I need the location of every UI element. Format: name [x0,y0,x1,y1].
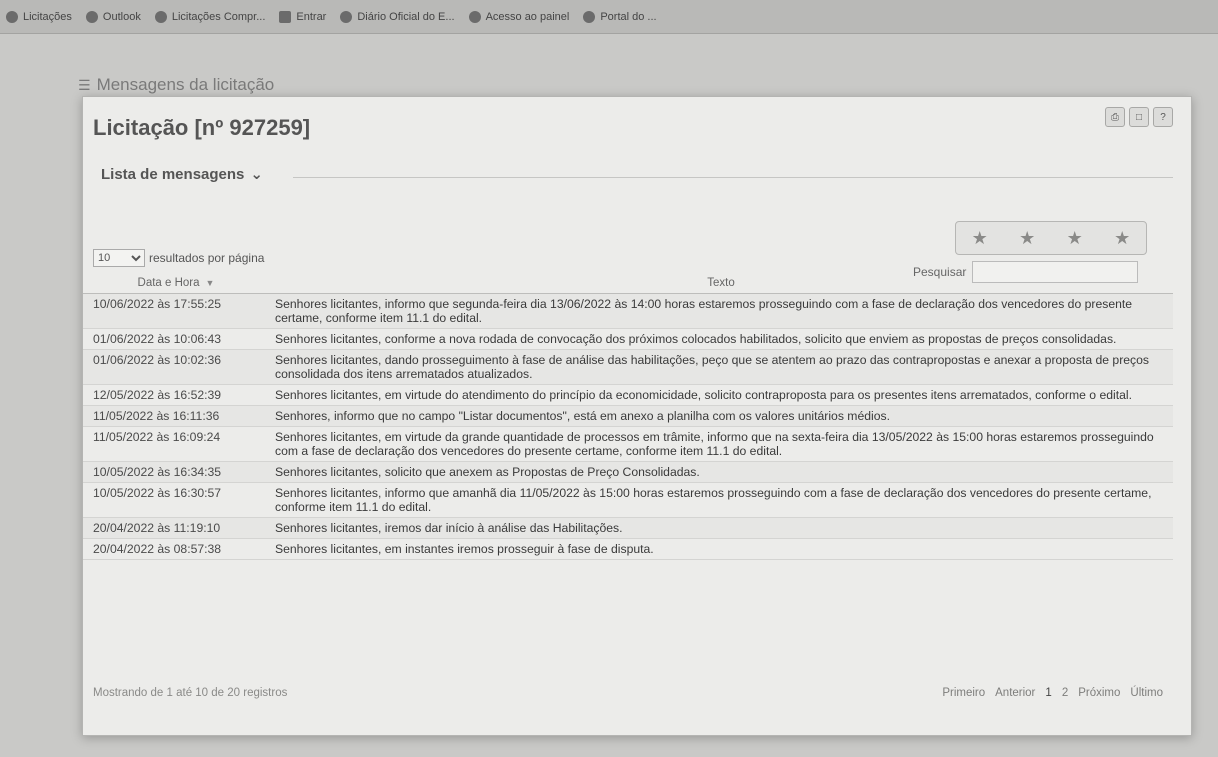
bookmark-label: Outlook [102,10,141,23]
message-date: 10/05/2022 às 16:30:57 [83,482,269,518]
bookmark-label: Diário Oficial do E... [357,10,455,23]
window-controls: ⎙ □ ? [1105,107,1173,127]
message-text: Senhores licitantes, em instantes iremos… [269,538,1173,560]
message-date: 01/06/2022 às 10:02:36 [83,349,269,385]
bookmark-label: Licitações [23,10,72,23]
table-row: 12/05/2022 às 16:52:39 Senhores licitante… [83,384,1173,406]
bookmark-1[interactable]: Licitações [6,10,72,23]
message-date: 20/04/2022 às 11:19:10 [83,517,269,539]
message-date: 11/05/2022 às 16:09:24 [83,426,269,462]
bookmark-6[interactable]: Acesso ao painel [468,10,570,23]
message-text: Senhores licitantes, em virtude do atend… [269,384,1173,406]
table-footer: Mostrando de 1 até 10 de 20 registros Pr… [83,687,1173,707]
message-date: 01/06/2022 às 10:06:43 [83,328,269,350]
bookmark-label: Licitações Compr... [171,10,266,23]
bookmark-icon [468,10,481,23]
background-header: ☰ Mensagens da licitação [78,72,1178,98]
message-text: Senhores, informo que no campo "Listar d… [269,405,1173,427]
column-header-label: Texto [707,277,735,289]
pager-last[interactable]: Último [1130,687,1163,707]
pager-previous[interactable]: Anterior [995,687,1035,707]
column-header-text[interactable]: Texto [269,275,1173,294]
background-page: ☰ Mensagens da licitação ⎙ □ ? Licitação… [0,34,1218,757]
message-text: Senhores licitantes, dando prosseguiment… [269,349,1173,385]
bookmarks-bar: Licitações Outlook Licitações Compr... E… [0,0,1218,34]
pagination: Primeiro Anterior 1 2 Próximo Último [942,687,1163,707]
table-row: 20/04/2022 às 11:19:10 Senhores licitante… [83,517,1173,539]
pin-icon[interactable]: ★ [1114,228,1130,249]
column-header-label: Data e Hora [137,277,200,289]
message-text: Senhores licitantes, informo que amanhã … [269,482,1173,518]
message-date: 10/06/2022 às 17:55:25 [83,293,269,329]
maximize-icon[interactable]: □ [1129,107,1149,127]
table-row: 11/05/2022 às 16:09:24 Senhores licitante… [83,426,1173,462]
per-page-label: resultados por página [149,251,265,265]
background-header-title: Mensagens da licitação [96,75,275,94]
pager-page-2[interactable]: 2 [1062,687,1068,707]
bookmark-label: Portal do ... [600,10,657,23]
message-text: Senhores licitantes, em virtude da grand… [269,426,1173,462]
message-date: 10/05/2022 às 16:34:35 [83,461,269,483]
pager-next[interactable]: Próximo [1078,687,1120,707]
bookmark-3[interactable]: Licitações Compr... [154,10,266,23]
pager-first[interactable]: Primeiro [942,687,985,707]
table-row: 10/05/2022 às 16:34:35 Senhores licitante… [83,461,1173,483]
bookmark-icon [6,10,18,23]
sort-down-icon: ▼ [205,278,215,288]
message-text: Senhores licitantes, iremos dar início à… [269,517,1173,539]
pin-icon[interactable]: ★ [1019,228,1035,249]
records-info: Mostrando de 1 até 10 de 20 registros [93,687,288,699]
table-row: 01/06/2022 às 10:02:36 Senhores licitante… [83,349,1173,385]
per-page-control: 10 resultados por página [93,249,264,267]
table-row: 10/05/2022 às 16:30:57 Senhores licitante… [83,482,1173,518]
pin-icon[interactable]: ★ [1067,228,1083,249]
list-icon: ☰ [78,76,91,93]
message-date: 11/05/2022 às 16:11:36 [83,405,269,427]
messages-table: Data e Hora ▼ Texto 10/06/2022 às 17:55:2… [83,275,1173,560]
bookmark-icon [279,10,292,23]
message-text: Senhores licitantes, conforme a nova rod… [269,328,1173,350]
table-header-row: Data e Hora ▼ Texto [83,275,1173,294]
pager-page-1[interactable]: 1 [1045,687,1051,707]
message-date: 12/05/2022 às 16:52:39 [83,384,269,406]
print-icon[interactable]: ⎙ [1105,107,1125,127]
export-toolbar: ★ ★ ★ ★ [955,221,1147,255]
bookmark-4[interactable]: Entrar [279,10,327,23]
per-page-select[interactable]: 10 [93,249,145,267]
message-text: Senhores licitantes, solicito que anexem… [269,461,1173,483]
chevron-down-icon: ⌄ [250,166,263,183]
messages-dialog: ⎙ □ ? Licitação [nº 927259] Lista de men… [82,96,1192,736]
bookmark-label: Entrar [296,10,327,23]
messages-subheading[interactable]: Lista de mensagens ⌄ [101,165,263,184]
bookmark-7[interactable]: Portal do ... [583,10,657,23]
divider [293,177,1173,178]
help-icon[interactable]: ? [1153,107,1173,127]
column-header-date[interactable]: Data e Hora ▼ [83,275,269,294]
message-text: Senhores licitantes, informo que segunda… [269,293,1173,329]
subheading-label: Lista de mensagens [101,165,245,183]
pin-icon[interactable]: ★ [972,228,988,249]
bookmark-label: Acesso ao painel [485,10,570,23]
message-date: 20/04/2022 às 08:57:38 [83,538,269,560]
bookmark-icon [340,10,353,23]
table-row: 20/04/2022 às 08:57:38 Senhores licitante… [83,538,1173,560]
bookmark-icon [154,10,167,23]
bookmark-icon [85,10,98,23]
dialog-title: Licitação [nº 927259] [93,115,311,140]
table-row: 11/05/2022 às 16:11:36 Senhores, informo … [83,405,1173,427]
table-row: 01/06/2022 às 10:06:43 Senhores licitante… [83,328,1173,350]
table-row: 10/06/2022 às 17:55:25 Senhores licitante… [83,293,1173,329]
bookmark-2[interactable]: Outlook [85,10,141,23]
bookmark-5[interactable]: Diário Oficial do E... [340,10,455,23]
bookmark-icon [583,10,596,23]
